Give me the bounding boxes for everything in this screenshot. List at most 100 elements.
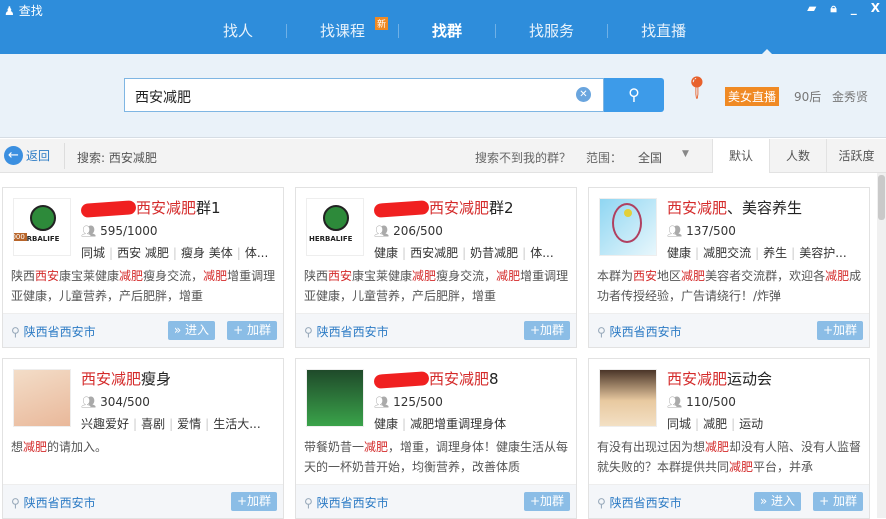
group-card[interactable]: 西安减肥8 👥︎ 125/500 健康 | 减肥增重调理身体 带餐奶昔一减肥，增重，调理身… (295, 358, 577, 519)
tab-find-group[interactable]: 找群 (399, 20, 495, 41)
sort-activity[interactable]: 活跃度 (826, 139, 886, 173)
divider: | (695, 246, 700, 260)
divider: | (755, 246, 760, 260)
tag: 体... (244, 246, 269, 260)
tag: 奶昔减肥 (470, 246, 519, 260)
group-name[interactable]: 西安减肥、美容养生 (667, 197, 802, 218)
map-pin-icon[interactable]: 📍︎ (683, 76, 711, 101)
location[interactable]: ⚲ 陕西省西安市 (11, 494, 96, 511)
scrollbar[interactable] (877, 173, 886, 518)
tab-find-live[interactable]: 找直播 (608, 20, 719, 41)
location-text: 陕西省西安市 (23, 496, 96, 510)
group-avatar[interactable] (306, 369, 364, 427)
enter-group-button[interactable]: » 进入 (753, 492, 801, 511)
group-card[interactable]: 西安减肥、美容养生 👥︎ 137/500 健康 | 减肥交流 | 养生 | 美容护... 本群为西… (588, 187, 870, 348)
members-icon: 👥︎ (81, 395, 97, 409)
member-count-value: 595/1000 (100, 224, 158, 238)
group-card[interactable]: HERBALIFE1000西安减肥群1👥︎ 595/1000同城|西安 减肥|瘦… (2, 187, 284, 348)
keyword-highlight: 减肥 (412, 269, 437, 283)
search-input[interactable]: 西安减肥 (124, 78, 604, 112)
group-description: 本群为西安地区减肥美容者交流群，欢迎各减肥成功者传授经验，广告请绕行！/炸弹 (597, 266, 865, 306)
window-title: ♟ 查找 (4, 3, 43, 19)
desc-text: 康宝莱健康 (59, 269, 120, 283)
hot-search-live[interactable]: 美女直播 (725, 87, 780, 106)
group-card[interactable]: 西安减肥运动会 👥︎ 110/500 同城 | 减肥 | 运动 有没有出现过因为想减肥却没有人… (588, 358, 870, 519)
group-avatar[interactable]: HERBALIFE (306, 198, 364, 256)
chevron-down-icon[interactable]: ▼ (682, 149, 689, 159)
join-group-button[interactable]: +加群 (523, 492, 570, 511)
join-group-button[interactable]: + 加群 (813, 492, 863, 511)
group-tags: 健康 | 减肥交流 | 养生 | 美容护... (667, 244, 863, 261)
tag: 健康 (667, 246, 692, 260)
location[interactable]: ⚲ 陕西省西安市 (597, 494, 682, 511)
location-text: 陕西省西安市 (609, 496, 682, 510)
tag: 同城 (81, 246, 106, 260)
not-found-link[interactable]: 搜索不到我的群？ (475, 149, 571, 166)
group-avatar[interactable]: HERBALIFE1000 (13, 198, 71, 256)
range-select[interactable]: 全国 (638, 149, 662, 166)
divider: | (522, 246, 527, 260)
group-card[interactable]: HERBALIFE 西安减肥群2 👥︎ 206/500 健康 | 西安减肥 | 奶昔减肥 | 体.… (295, 187, 577, 348)
desc-text: 陕西 (11, 269, 36, 283)
clear-icon[interactable]: ✕ (576, 87, 591, 102)
tab-find-service[interactable]: 找服务 (496, 20, 607, 41)
group-name[interactable]: 西安减肥群1 (80, 197, 221, 218)
location[interactable]: ⚲ 陕西省西安市 (597, 323, 682, 340)
location[interactable]: ⚲ 陕西省西安市 (304, 323, 389, 340)
join-group-button[interactable]: + 加群 (227, 321, 277, 340)
join-group-button[interactable]: +加群 (523, 321, 570, 340)
divider: | (402, 246, 407, 260)
group-name[interactable]: 西安减肥8 (373, 368, 499, 389)
member-count: 👥︎ 110/500 (667, 395, 736, 409)
desc-text: 康宝莱健康 (352, 269, 413, 283)
enter-group-button[interactable]: » 进入 (167, 321, 215, 340)
search-button[interactable]: ⚲ (604, 78, 664, 112)
tag: 瘦身 美体 (180, 246, 233, 260)
range-label: 范围： (586, 151, 623, 165)
group-card[interactable]: 西安减肥瘦身 👥︎ 304/500 兴趣爱好 | 喜剧 | 爱情 | 生活大... 想减肥的请加入… (2, 358, 284, 519)
tag: 西安减肥 (410, 246, 459, 260)
group-avatar[interactable] (13, 369, 71, 427)
back-button[interactable]: ← 返回 (4, 146, 50, 165)
group-tags: 健康 | 西安减肥 | 奶昔减肥 | 体... (374, 244, 570, 261)
location[interactable]: ⚲ 陕西省西安市 (304, 494, 389, 511)
join-group-button[interactable]: +加群 (230, 492, 277, 511)
tab-find-course[interactable]: 找课程新 (287, 17, 398, 41)
tag: 西安 减肥 (117, 246, 169, 260)
name-highlight: 西安减肥 (429, 199, 490, 217)
location-pin-icon: ⚲ (11, 496, 20, 510)
filter-bar: ← 返回 搜索: 西安减肥 搜索不到我的群？ 范围： 全国 ▼ 默认 人数 活跃度 (0, 139, 886, 173)
location-pin-icon: ⚲ (304, 325, 313, 339)
keyword-highlight: 西安 (633, 269, 658, 283)
lock-icon[interactable]: 🔒︎ (830, 1, 836, 16)
divider: | (133, 417, 138, 431)
hot-search-1[interactable]: 90后 (794, 88, 821, 105)
group-name[interactable]: 西安减肥运动会 (667, 368, 772, 389)
level-badge: 1000 (14, 233, 27, 241)
sort-default[interactable]: 默认 (712, 139, 769, 173)
group-name[interactable]: 西安减肥瘦身 (81, 368, 171, 389)
group-description: 陕西西安康宝莱健康减肥瘦身交流，减肥增重调理亚健康，儿童营养，产后肥胖，增重 (304, 266, 572, 306)
location[interactable]: ⚲ 陕西省西安市 (11, 323, 96, 340)
card-footer: ⚲ 陕西省西安市 +加群 (3, 484, 283, 518)
tab-find-people[interactable]: 找人 (190, 20, 286, 41)
sort-members[interactable]: 人数 (769, 139, 826, 173)
divider: | (791, 246, 796, 260)
scrollbar-thumb[interactable] (878, 175, 885, 220)
close-icon[interactable]: X (871, 1, 880, 16)
divider: | (109, 246, 114, 260)
keyword-highlight: 减肥 (119, 269, 144, 283)
group-avatar[interactable] (599, 198, 657, 256)
group-description: 想减肥的请加入。 (11, 437, 279, 477)
redaction-mark (80, 199, 137, 218)
group-name[interactable]: 西安减肥群2 (373, 197, 514, 218)
join-group-button[interactable]: +加群 (816, 321, 863, 340)
tab-label: 找课程 (320, 22, 366, 40)
minimize-icon[interactable]: _ (851, 1, 857, 16)
feedback-icon[interactable]: ▰ (807, 1, 816, 16)
tag: 减肥交流 (703, 246, 752, 260)
location-text: 陕西省西安市 (23, 325, 96, 339)
hot-search-2[interactable]: 金秀贤 (832, 88, 868, 105)
group-avatar[interactable] (599, 369, 657, 427)
location-pin-icon: ⚲ (597, 496, 606, 510)
